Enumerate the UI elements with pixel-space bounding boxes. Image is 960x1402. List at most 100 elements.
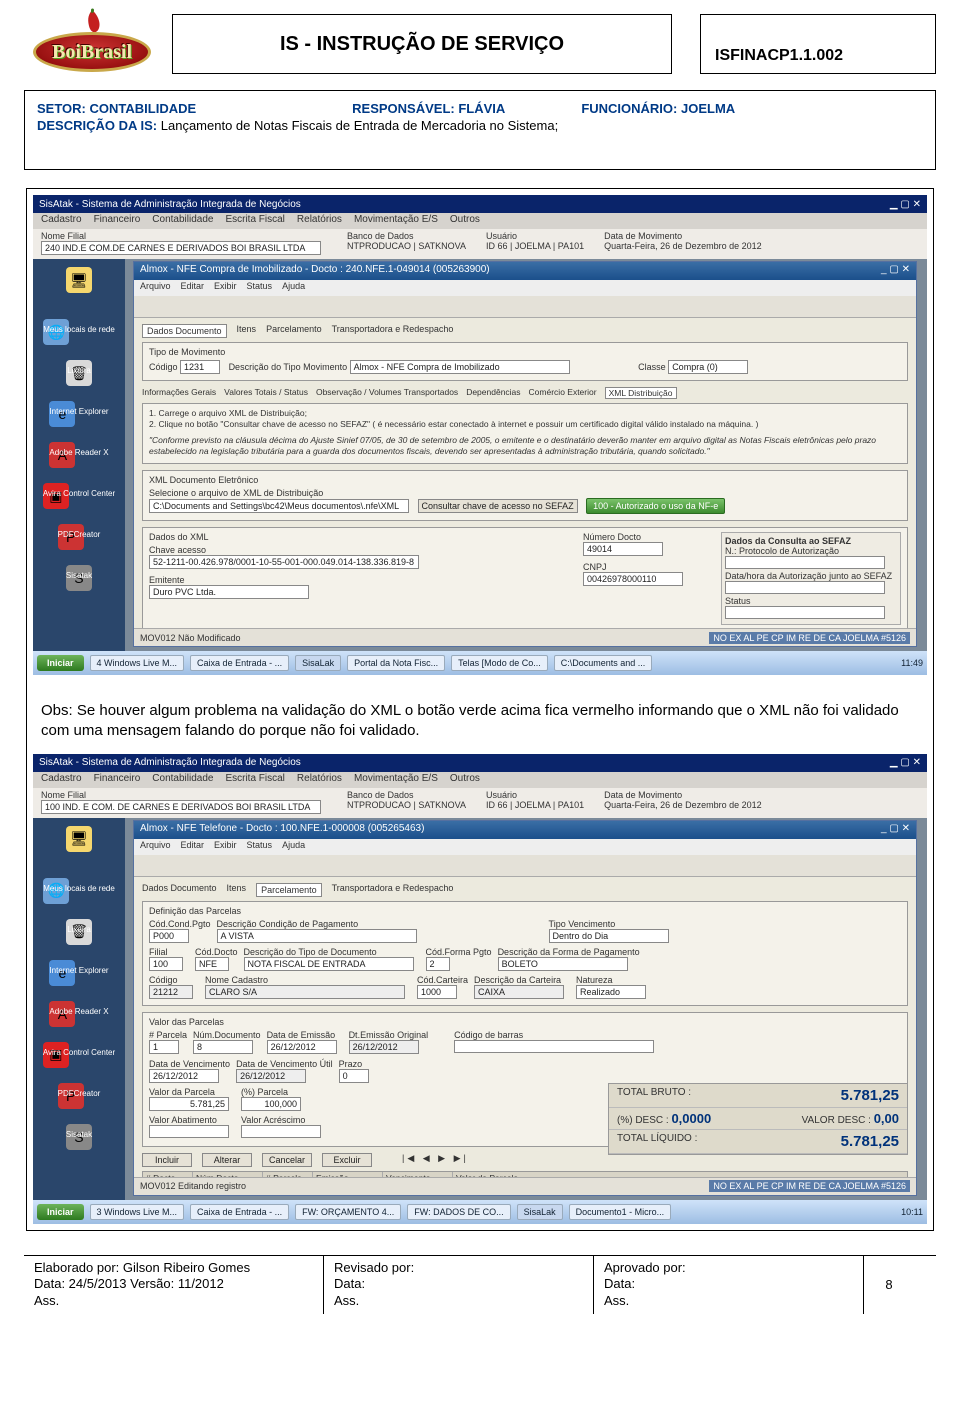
taskbar[interactable]: Iniciar 3 Windows Live M... Caixa de Ent… [33,1200,927,1224]
menu-item[interactable]: Contabilidade [152,214,213,228]
menu-item[interactable]: Movimentação E/S [354,214,438,228]
taskbar-item[interactable]: FW: DADOS DE CO... [407,1204,510,1220]
tab[interactable]: Itens [237,324,257,338]
incluir-button[interactable]: Incluir [142,1153,192,1167]
menu-item[interactable]: Cadastro [41,773,82,787]
codigo-field[interactable]: 1231 [180,360,220,374]
taskbar-item[interactable]: Caixa de Entrada - ... [190,1204,289,1220]
win-menu-item[interactable]: Editar [181,281,205,295]
tab[interactable]: Parcelamento [266,324,322,338]
menu-item[interactable]: Financeiro [94,773,141,787]
menu-item[interactable]: Relatórios [297,773,342,787]
subtab[interactable]: Observação / Volumes Transportados [316,387,458,399]
taskbar-item[interactable]: SisaLak [295,655,341,671]
start-button[interactable]: Iniciar [37,655,84,671]
app-menubar[interactable]: Cadastro Financeiro Contabilidade Escrit… [33,772,927,788]
taskbar-item[interactable]: Documento1 - Micro... [569,1204,672,1220]
menu-item[interactable]: Financeiro [94,214,141,228]
taskbar-item[interactable]: FW: ORÇAMENTO 4... [295,1204,401,1220]
taskbar-item[interactable]: 4 Windows Live M... [90,655,185,671]
window-controls-icon[interactable]: ▁ ▢ ✕ [890,199,921,210]
excluir-button[interactable]: Excluir [322,1153,372,1167]
codcart-field[interactable]: 1000 [417,985,457,999]
numdoc-field[interactable]: 49014 [583,542,663,556]
dtvenc-field[interactable]: 26/12/2012 [149,1069,219,1083]
filial-field[interactable]: 100 IND. E COM. DE CARNES E DERIVADOS BO… [41,800,321,814]
formapg-code-field[interactable]: 2 [426,957,450,971]
descdoc-field[interactable]: NOTA FISCAL DE ENTRADA [244,957,414,971]
subtab[interactable]: Dependências [466,387,520,399]
window-toolbar[interactable] [134,296,916,318]
window-menu[interactable]: Arquivo Editar Exibir Status Ajuda [134,839,916,855]
menu-item[interactable]: Movimentação E/S [354,773,438,787]
parcela-n-field[interactable]: 1 [149,1040,179,1054]
emitente-field[interactable]: Duro PVC Ltda. [149,585,309,599]
prazo-field[interactable]: 0 [339,1069,369,1083]
mycomputer-icon[interactable]: 🖥 [66,826,92,852]
tab[interactable]: Transportadora e Redespacho [332,324,454,338]
taskbar-item[interactable]: SisaLak [517,1204,563,1220]
tab[interactable]: Dados Documento [142,324,227,338]
taskbar-item[interactable]: Portal da Nota Fisc... [347,655,445,671]
tab[interactable]: Parcelamento [256,883,322,897]
win-menu-item[interactable]: Ajuda [282,281,305,295]
menu-item[interactable]: Escrita Fiscal [225,214,284,228]
chave-field[interactable]: 52-1211-00.426.978/0001-10-55-001-000.04… [149,555,419,569]
record-nav-icon[interactable]: |◀ ◀ ▶ ▶| [402,1153,469,1167]
tab[interactable]: Itens [227,883,247,897]
tab[interactable]: Dados Documento [142,883,217,897]
codbarras-field[interactable] [454,1040,654,1053]
window-controls-icon[interactable]: _ ▢ ✕ [881,823,910,837]
coddoc-field[interactable]: NFE [195,957,229,971]
filial-field[interactable]: 240 IND.E COM.DE CARNES E DERIVADOS BOI … [41,241,321,255]
app-menubar[interactable]: Cadastro Financeiro Contabilidade Escrit… [33,213,927,229]
window-toolbar[interactable] [134,855,916,877]
formapg-desc-field[interactable]: BOLETO [498,957,628,971]
menu-item[interactable]: Outros [450,214,480,228]
menu-item[interactable]: Outros [450,773,480,787]
menu-item[interactable]: Relatórios [297,214,342,228]
cnpj-field[interactable]: 00426978000110 [583,572,683,586]
subtab[interactable]: Valores Totais / Status [224,387,308,399]
mycomputer-icon[interactable]: 🖥 [66,267,92,293]
taskbar-item[interactable]: C:\Documents and ... [554,655,653,671]
natureza-field[interactable]: Realizado [576,985,646,999]
subtab[interactable]: Comércio Exterior [529,387,597,399]
taskbar-item[interactable]: Telas [Modo de Co... [451,655,548,671]
menu-item[interactable]: Contabilidade [152,773,213,787]
desc-tipo-field[interactable]: Almox - NFE Compra de Imobilizado [350,360,570,374]
taskbar[interactable]: Iniciar 4 Windows Live M... Caixa de Ent… [33,651,927,675]
taskbar-item[interactable]: 3 Windows Live M... [90,1204,185,1220]
window-controls-icon[interactable]: ▁ ▢ ✕ [890,757,921,768]
taskbar-item[interactable]: Caixa de Entrada - ... [190,655,289,671]
window-menu[interactable]: Arquivo Editar Exibir Status Ajuda [134,280,916,296]
valabat-field[interactable] [149,1125,229,1138]
alterar-button[interactable]: Alterar [202,1153,252,1167]
valparc-field[interactable]: 5.781,25 [149,1097,229,1111]
cond-code-field[interactable]: P000 [149,929,189,943]
xml-path-field[interactable]: C:\Documents and Settings\bc42\Meus docu… [149,499,409,513]
dtemis-field[interactable]: 26/12/2012 [267,1040,337,1054]
consultar-sefaz-button[interactable]: Consultar chave de acesso no SEFAZ [418,499,578,513]
cancelar-button[interactable]: Cancelar [262,1153,312,1167]
filial-field[interactable]: 100 [149,957,183,971]
start-button[interactable]: Iniciar [37,1204,84,1220]
step2: 2. Clique no botão "Consultar chave de a… [149,419,901,430]
classe-field[interactable]: Compra (0) [668,360,748,374]
valacr-field[interactable] [241,1125,321,1138]
menu-item[interactable]: Cadastro [41,214,82,228]
xml-status-button[interactable]: 100 - Autorizado o uso da NF-e [586,498,725,514]
win-menu-item[interactable]: Exibir [214,281,237,295]
subtab[interactable]: XML Distribuição [605,387,677,399]
numdoc-field2[interactable]: 8 [193,1040,253,1054]
win-menu-item[interactable]: Status [247,281,273,295]
win-menu-item[interactable]: Arquivo [140,281,171,295]
window-controls-icon[interactable]: _ ▢ ✕ [881,264,910,278]
subtab[interactable]: Informações Gerais [142,387,216,399]
filial-label: Nome Filial [41,231,327,241]
pctparc-field[interactable]: 100,000 [241,1097,301,1111]
cond-desc-field[interactable]: A VISTA [217,929,417,943]
tipo-venc-field[interactable]: Dentro do Dia [549,929,669,943]
menu-item[interactable]: Escrita Fiscal [225,773,284,787]
tab[interactable]: Transportadora e Redespacho [332,883,454,897]
